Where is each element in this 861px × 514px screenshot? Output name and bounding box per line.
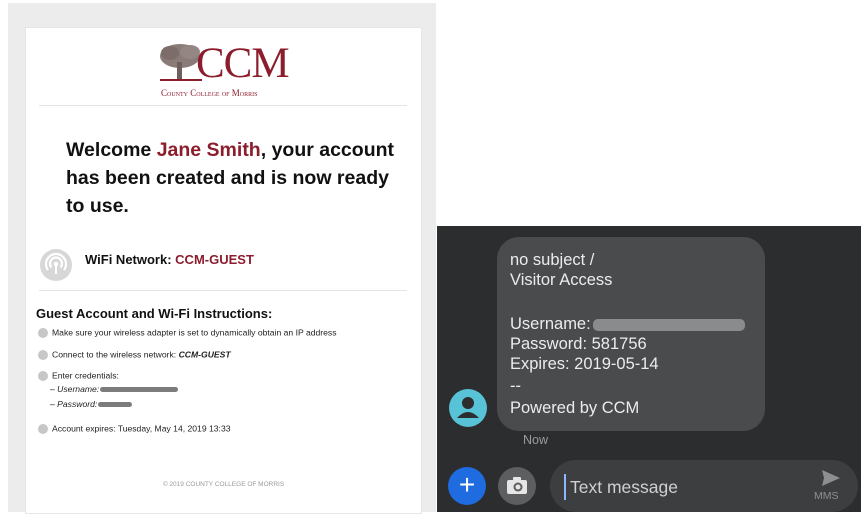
step-number-icon bbox=[38, 327, 48, 338]
username-credential: – Username: bbox=[50, 384, 179, 394]
instructions-title: Guest Account and Wi-Fi Instructions: bbox=[36, 306, 273, 321]
step-network-name: CCM-GUEST bbox=[178, 349, 231, 360]
logo-text: CCM bbox=[196, 40, 290, 87]
compose-bar: MMS bbox=[550, 460, 858, 512]
section-divider bbox=[39, 290, 407, 291]
wifi-label-text: WiFi Network: bbox=[85, 252, 176, 267]
person-icon bbox=[457, 397, 479, 418]
text-message-input[interactable] bbox=[564, 474, 772, 500]
instruction-step-2: Connect to the wireless network: CCM-GUE… bbox=[38, 349, 231, 360]
plus-icon: + bbox=[458, 469, 476, 500]
message-bubble[interactable]: no subject / Visitor Access Username: Pa… bbox=[497, 237, 765, 431]
camera-gallery-button[interactable] bbox=[498, 467, 536, 505]
welcome-prefix: Welcome bbox=[66, 139, 157, 161]
step-text: Make sure your wireless adapter is set t… bbox=[52, 327, 337, 338]
contact-avatar[interactable] bbox=[449, 389, 487, 427]
step-text: Account expires: Tuesday, May 14, 2019 1… bbox=[52, 423, 231, 434]
message-line: no subject / bbox=[510, 251, 595, 269]
message-line: Password: 581756 bbox=[510, 335, 647, 353]
add-attachment-button[interactable]: + bbox=[448, 467, 486, 505]
username-label: – Username: bbox=[50, 384, 100, 394]
email-screenshot: CCM County College of Morris Welcome Jan… bbox=[8, 3, 436, 514]
user-name: Jane Smith bbox=[156, 139, 261, 161]
message-line: Visitor Access bbox=[510, 271, 613, 289]
header-divider bbox=[39, 105, 407, 106]
mms-label: MMS bbox=[814, 490, 839, 502]
email-card: CCM County College of Morris Welcome Jan… bbox=[25, 27, 422, 514]
message-timestamp: Now bbox=[523, 433, 549, 447]
message-username-line: Username: bbox=[510, 314, 745, 334]
step-number-icon bbox=[38, 349, 48, 360]
ccm-logo: CCM County College of Morris bbox=[158, 40, 298, 102]
wifi-podcast-icon bbox=[40, 249, 72, 281]
wifi-network-label: WiFi Network: CCM-GUEST bbox=[85, 252, 254, 267]
step-text: Connect to the wireless network: bbox=[52, 349, 179, 360]
wifi-network-row: WiFi Network: CCM-GUEST bbox=[39, 248, 407, 284]
redacted-username bbox=[592, 318, 745, 331]
send-arrow-icon[interactable] bbox=[820, 468, 842, 488]
step-number-icon bbox=[38, 370, 48, 381]
instruction-step-3: Enter credentials: bbox=[38, 370, 119, 381]
sms-screenshot: no subject / Visitor Access Username: Pa… bbox=[437, 226, 861, 512]
instruction-step-1: Make sure your wireless adapter is set t… bbox=[38, 327, 337, 338]
wifi-network-name: CCM-GUEST bbox=[175, 252, 254, 267]
email-footer: © 2019 COUNTY COLLEGE OF MORRIS bbox=[162, 481, 285, 488]
message-line: Expires: 2019-05-14 bbox=[510, 355, 659, 373]
logo-subtitle: County College of Morris bbox=[161, 88, 258, 98]
password-label: – Password: bbox=[50, 399, 98, 409]
username-label: Username: bbox=[510, 315, 591, 333]
welcome-message: Welcome Jane Smith, your account has bee… bbox=[66, 136, 396, 220]
instruction-step-4: Account expires: Tuesday, May 14, 2019 1… bbox=[38, 423, 231, 434]
redacted-username bbox=[100, 387, 179, 393]
step-number-icon bbox=[38, 423, 48, 434]
step-text: Enter credentials: bbox=[52, 370, 119, 381]
camera-icon bbox=[507, 477, 527, 494]
redacted-password bbox=[98, 402, 133, 408]
message-line: -- bbox=[510, 377, 521, 395]
message-line: Powered by CCM bbox=[510, 399, 640, 417]
password-credential: – Password: bbox=[50, 399, 133, 409]
